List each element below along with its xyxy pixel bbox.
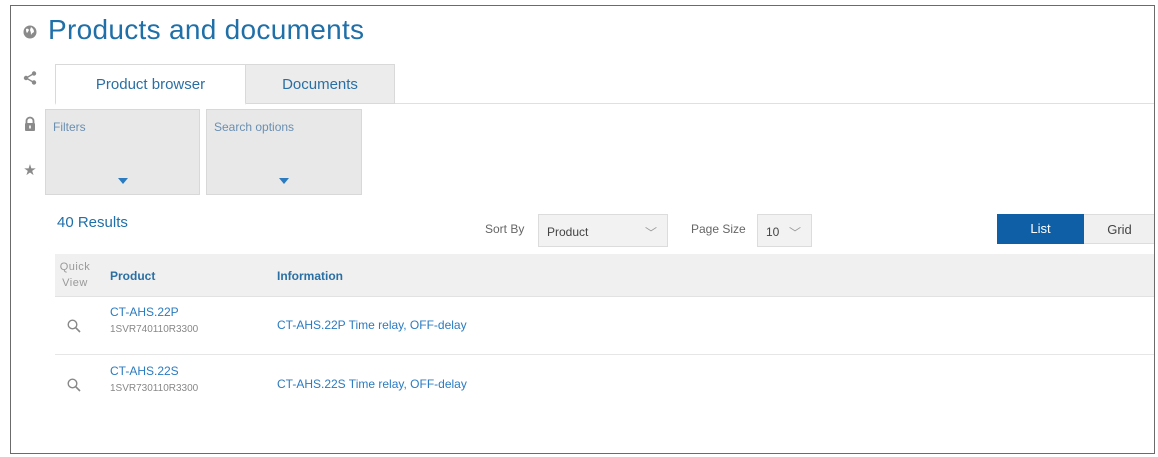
table-row: CT-AHS.22P 1SVR740110R3300 CT-AHS.22P Ti…: [55, 297, 1154, 355]
filters-label: Filters: [53, 120, 86, 134]
tab-bar: Product browser Documents: [55, 64, 1154, 105]
caret-down-icon: [279, 178, 289, 184]
information-column-header: Information: [277, 269, 343, 283]
quick-view-line2: View: [62, 277, 88, 289]
page-size-value: 10: [766, 225, 780, 239]
page-size-label: Page Size: [691, 222, 746, 236]
product-info-link[interactable]: CT-AHS.22P Time relay, OFF-delay: [277, 318, 467, 332]
share-icon[interactable]: [22, 70, 38, 86]
content-clip: [55, 401, 1154, 453]
icon-rail: ★: [11, 6, 47, 206]
chevron-down-icon: ﹀: [644, 226, 657, 240]
search-icon[interactable]: [67, 319, 81, 333]
search-options-label: Search options: [214, 120, 295, 134]
quick-view-header: Quick View: [55, 259, 95, 291]
product-info-link[interactable]: CT-AHS.22S Time relay, OFF-delay: [277, 377, 467, 391]
list-view-button[interactable]: List: [997, 214, 1084, 244]
product-code: 1SVR730110R3300: [110, 383, 199, 394]
chevron-down-icon: ﹀: [788, 226, 801, 240]
globe-icon[interactable]: [22, 24, 38, 40]
product-code: 1SVR740110R3300: [110, 324, 199, 335]
page-frame: ★ Products and documents Product browser…: [10, 5, 1155, 454]
page-title: Products and documents: [48, 14, 365, 45]
results-count: 40 Results: [57, 214, 128, 231]
sort-by-select[interactable]: Product ﹀: [538, 214, 668, 247]
tab-documents[interactable]: Documents: [246, 64, 395, 104]
product-name-link[interactable]: CT-AHS.22P: [110, 305, 179, 319]
quick-view-line1: Quick: [59, 261, 91, 273]
table-header: Quick View Product Information: [55, 254, 1154, 297]
sort-by-value: Product: [547, 225, 589, 239]
caret-down-icon: [117, 178, 128, 184]
product-name-link[interactable]: CT-AHS.22S: [110, 364, 179, 378]
search-options-dropdown[interactable]: Search options: [206, 109, 362, 195]
sort-by-label: Sort By: [485, 222, 525, 236]
page-size-select[interactable]: 10 ﹀: [757, 214, 812, 247]
star-icon[interactable]: ★: [22, 163, 38, 179]
search-icon[interactable]: [67, 378, 81, 392]
lock-icon[interactable]: [22, 116, 38, 132]
grid-view-button[interactable]: Grid: [1084, 214, 1154, 244]
filters-dropdown[interactable]: Filters: [45, 109, 200, 195]
product-column-header[interactable]: Product: [110, 269, 155, 283]
tab-product-browser[interactable]: Product browser: [55, 64, 246, 105]
